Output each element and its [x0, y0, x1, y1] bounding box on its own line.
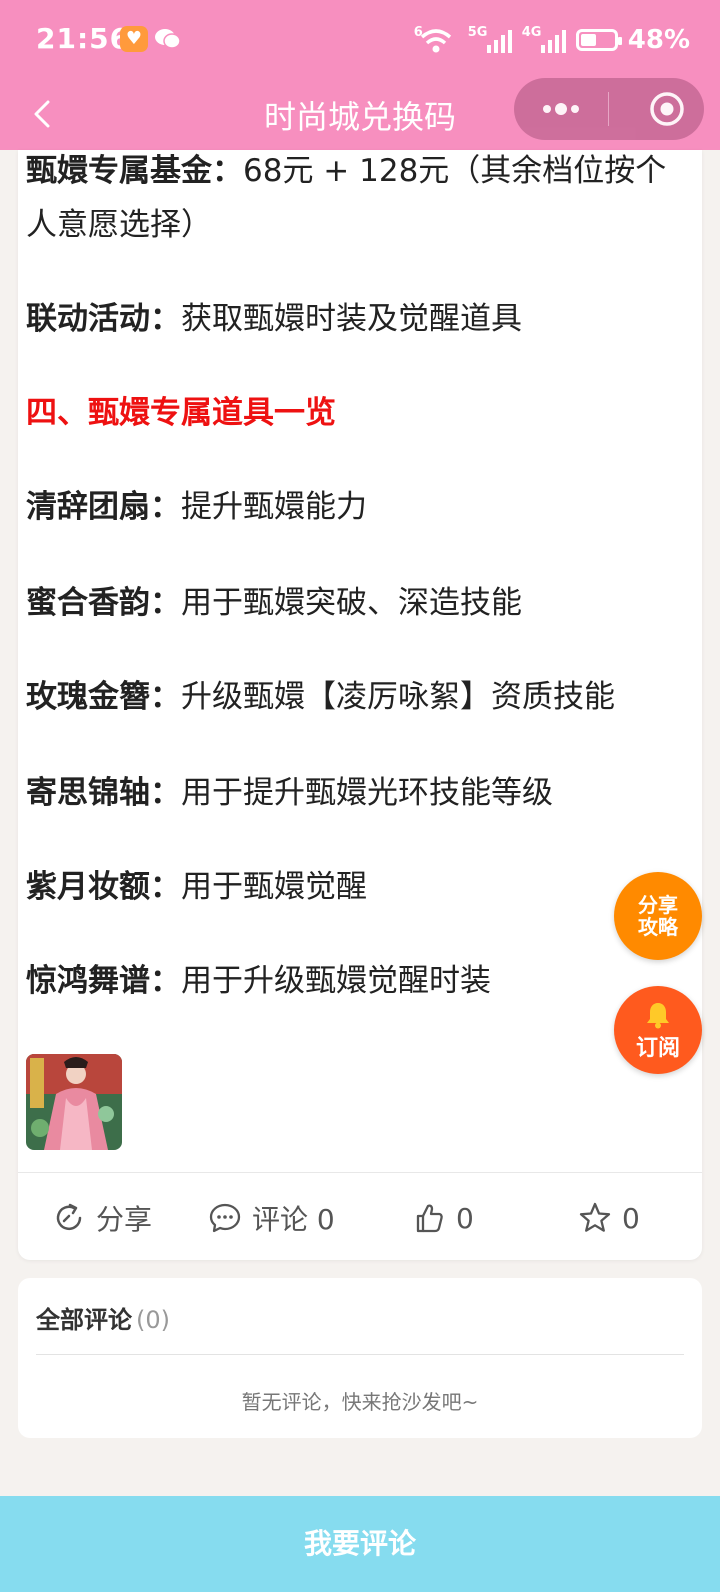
- battery-icon: [575, 29, 622, 51]
- heart-app-icon: ♥: [120, 26, 148, 52]
- close-target-icon[interactable]: [648, 90, 686, 128]
- bell-icon: [647, 1003, 669, 1029]
- card-divider: [18, 1172, 702, 1173]
- item-paragraph: 寄思锦轴：用于提升甄嬛光环技能等级: [26, 766, 694, 820]
- battery-percent: 48%: [627, 25, 690, 55]
- action-bar: 分享 评论 0 0 0: [18, 1176, 702, 1260]
- event-label: 联动活动：: [26, 301, 181, 337]
- share-icon: [56, 1203, 82, 1231]
- like-count: 0: [456, 1201, 474, 1235]
- share-guide-button[interactable]: 分享 攻略: [614, 872, 702, 960]
- signal-5g-icon: 5G: [468, 25, 512, 55]
- item-name: 清辞团扇：: [26, 489, 181, 525]
- wifi-icon: 6: [414, 25, 458, 55]
- status-time: 21:56: [36, 22, 131, 55]
- item-paragraph: 紫月妆额：用于甄嬛觉醒: [26, 860, 694, 914]
- article-thumbnail[interactable]: [26, 1054, 122, 1150]
- comments-divider: [36, 1354, 684, 1355]
- like-action[interactable]: 0: [412, 1176, 474, 1260]
- thumbs-up-icon: [416, 1204, 443, 1233]
- more-dots-icon[interactable]: [532, 90, 590, 128]
- favorite-count: 0: [622, 1201, 640, 1235]
- item-paragraph: 清辞团扇：提升甄嬛能力: [26, 480, 694, 534]
- item-name: 惊鸿舞谱：: [26, 963, 181, 999]
- item-paragraph: 蜜合香韵：用于甄嬛突破、深造技能: [26, 576, 694, 630]
- item-name: 玫瑰金簪：: [26, 679, 181, 715]
- subscribe-label: 订阅: [635, 1036, 680, 1061]
- comments-header: 全部评论 (0): [36, 1300, 170, 1335]
- comment-action[interactable]: 评论 0: [208, 1176, 335, 1260]
- favorite-action[interactable]: 0: [578, 1176, 640, 1260]
- item-name: 紫月妆额：: [26, 869, 181, 905]
- item-paragraph: 惊鸿舞谱：用于升级甄嬛觉醒时装: [26, 954, 694, 1008]
- item-name: 寄思锦轴：: [26, 775, 181, 811]
- star-icon: [579, 1202, 611, 1232]
- item-name: 蜜合香韵：: [26, 585, 181, 621]
- section-heading: 四、甄嬛专属道具一览: [26, 395, 336, 431]
- empty-comments-text: 暂无评论，快来抢沙发吧~: [241, 1390, 479, 1414]
- fund-label: 甄嬛专属基金：: [26, 153, 243, 189]
- comments-count: (0): [136, 1306, 170, 1334]
- status-bar: 21:56 ♥ 6 5G 4G 48%: [0, 0, 720, 78]
- item-desc: 用于甄嬛突破、深造技能: [181, 585, 522, 621]
- comments-title: 全部评论: [36, 1306, 132, 1334]
- item-desc: 提升甄嬛能力: [181, 489, 367, 525]
- comment-label: 评论 0: [252, 1203, 335, 1236]
- capsule-divider: [608, 92, 609, 126]
- item-desc: 用于提升甄嬛光环技能等级: [181, 775, 553, 811]
- article-card: 甄嬛专属基金：68元 + 128元（其余档位按个人意愿选择） 联动活动：获取甄嬛…: [18, 150, 702, 1260]
- comments-card: 全部评论 (0) 暂无评论，快来抢沙发吧~: [18, 1278, 702, 1438]
- event-paragraph: 联动活动：获取甄嬛时装及觉醒道具: [26, 292, 694, 346]
- item-paragraph: 玫瑰金簪：升级甄嬛【凌厉咏絮】资质技能: [26, 670, 694, 724]
- signal-4g-icon: 4G: [522, 25, 566, 55]
- miniprogram-capsule: [514, 78, 704, 140]
- item-desc: 用于甄嬛觉醒: [181, 869, 367, 905]
- share-action[interactable]: 分享: [52, 1176, 152, 1260]
- item-desc: 用于升级甄嬛觉醒时装: [181, 963, 491, 999]
- subscribe-button[interactable]: 订阅: [614, 986, 702, 1074]
- nav-bar: 时尚城兑换码: [0, 78, 720, 150]
- share-guide-line1: 分享: [638, 893, 678, 917]
- share-label: 分享: [96, 1203, 153, 1236]
- item-desc: 升级甄嬛【凌厉咏絮】资质技能: [181, 679, 615, 715]
- share-guide-line2: 攻略: [638, 915, 678, 939]
- event-text: 获取甄嬛时装及觉醒道具: [181, 301, 522, 337]
- write-comment-button[interactable]: 我要评论: [0, 1496, 720, 1592]
- comment-bubble-icon: [209, 1203, 241, 1233]
- wechat-icon: [154, 26, 182, 52]
- fund-paragraph: 甄嬛专属基金：68元 + 128元（其余档位按个人意愿选择）: [26, 144, 694, 252]
